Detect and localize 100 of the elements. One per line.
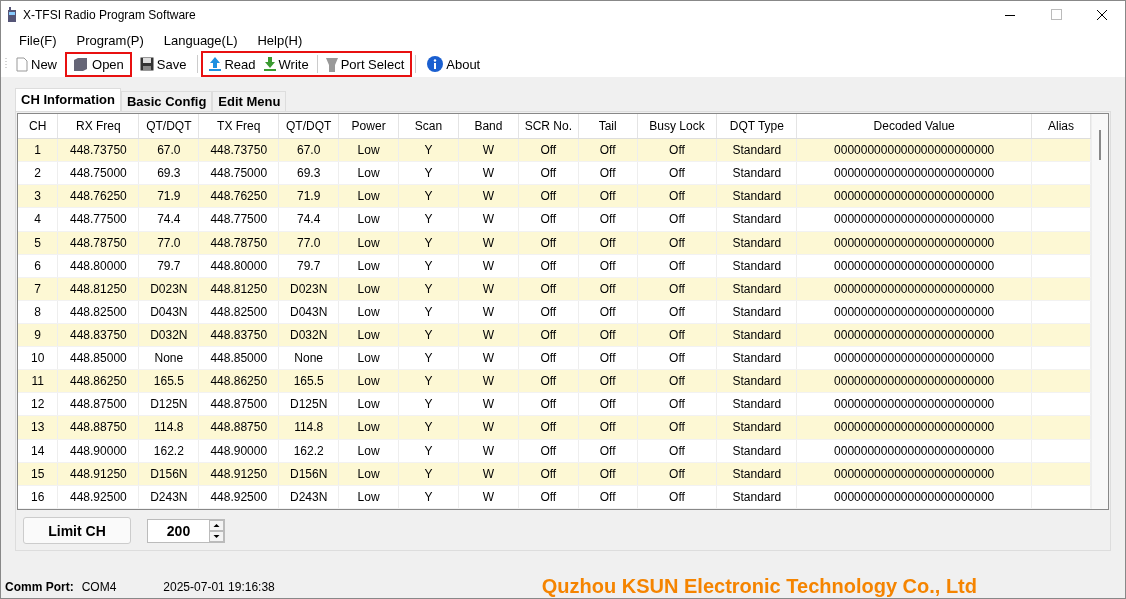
column-header[interactable]: Busy Lock bbox=[637, 114, 717, 139]
table-cell: W bbox=[458, 485, 519, 509]
table-cell: None bbox=[278, 346, 339, 370]
status-text: 2025-07-01 19:16:38 bbox=[163, 579, 275, 594]
table-cell: 74.4 bbox=[138, 207, 199, 232]
tab[interactable]: Basic Config bbox=[120, 91, 213, 111]
table-cell: 162.2 bbox=[138, 439, 199, 463]
document-icon bbox=[16, 56, 28, 72]
table-cell: D125N bbox=[138, 392, 199, 416]
column-header[interactable]: Scan bbox=[398, 114, 459, 139]
table-cell: 448.90000 bbox=[57, 439, 139, 463]
table-cell: 13 bbox=[18, 415, 58, 440]
table-cell: 10 bbox=[18, 346, 58, 370]
column-header[interactable]: Power bbox=[338, 114, 399, 139]
spin-down-icon[interactable] bbox=[209, 530, 224, 542]
table-cell: 000000000000000000000000 bbox=[796, 485, 1032, 509]
table-cell: 448.77500 bbox=[198, 207, 279, 232]
table-cell: Off bbox=[578, 485, 638, 509]
upload-arrow-icon bbox=[209, 57, 222, 71]
number-spinner[interactable]: 200 bbox=[147, 518, 225, 543]
column-header[interactable]: CH bbox=[18, 114, 58, 139]
column-header[interactable]: Decoded Value bbox=[796, 114, 1032, 139]
table-cell: Low bbox=[338, 207, 399, 232]
table-cell: Off bbox=[578, 392, 638, 416]
table-cell: Standard bbox=[716, 300, 797, 324]
new-button[interactable]: New bbox=[13, 55, 60, 73]
table-cell: 000000000000000000000000 bbox=[796, 439, 1032, 463]
open-button[interactable]: Open bbox=[70, 55, 127, 73]
table-cell: Off bbox=[518, 485, 579, 509]
column-header[interactable]: QT/DQT bbox=[138, 114, 199, 139]
column-header[interactable]: SCR No. bbox=[518, 114, 579, 139]
table-cell: 6 bbox=[18, 254, 58, 278]
table-cell: 000000000000000000000000 bbox=[796, 254, 1032, 278]
table-cell: Y bbox=[398, 207, 459, 232]
table-cell: Low bbox=[338, 346, 399, 370]
table-cell: 448.75000 bbox=[198, 161, 279, 185]
read-button[interactable]: Read bbox=[206, 55, 259, 73]
table-cell: 1 bbox=[18, 138, 58, 162]
save-button[interactable]: Save bbox=[136, 55, 190, 73]
table-cell: Standard bbox=[716, 439, 797, 463]
write-button[interactable]: Write bbox=[260, 55, 312, 73]
column-header[interactable]: DQT Type bbox=[716, 114, 797, 139]
table-cell: 9 bbox=[18, 323, 58, 347]
table-cell: 14 bbox=[18, 439, 58, 463]
table-cell: Off bbox=[637, 392, 717, 416]
table-cell: Off bbox=[518, 161, 579, 185]
port-button[interactable]: Port Select bbox=[322, 55, 408, 73]
table-cell: 7 bbox=[18, 277, 58, 301]
radio-icon bbox=[7, 7, 17, 23]
column-header[interactable]: Tail bbox=[578, 114, 638, 139]
menu-item[interactable]: Program(P) bbox=[66, 32, 154, 48]
tab[interactable]: CH Information bbox=[15, 88, 121, 111]
menu-item[interactable]: Language(L) bbox=[153, 32, 248, 48]
column-header[interactable]: RX Freq bbox=[57, 114, 139, 139]
table-cell: Standard bbox=[716, 161, 797, 185]
menu-item[interactable]: File(F) bbox=[9, 32, 67, 48]
table-cell: Off bbox=[518, 439, 579, 463]
table-cell: Y bbox=[398, 439, 459, 463]
table-cell: Standard bbox=[716, 254, 797, 278]
table-cell: 15 bbox=[18, 462, 58, 486]
table-cell: 5 bbox=[18, 231, 58, 255]
table-cell: 000000000000000000000000 bbox=[796, 207, 1032, 232]
table-cell: Off bbox=[518, 392, 579, 416]
table-cell: None bbox=[138, 346, 199, 370]
table-cell: 448.82500 bbox=[198, 300, 279, 324]
scrollbar[interactable] bbox=[1091, 114, 1108, 509]
about-button[interactable]: About bbox=[424, 55, 484, 73]
table-cell: 448.85000 bbox=[198, 346, 279, 370]
table-cell: 448.92500 bbox=[198, 485, 279, 509]
table-cell: 448.90000 bbox=[198, 439, 279, 463]
table-cell: Y bbox=[398, 161, 459, 185]
table-cell: Off bbox=[518, 254, 579, 278]
table-cell: 162.2 bbox=[278, 439, 339, 463]
column-header[interactable]: QT/DQT bbox=[278, 114, 339, 139]
tab[interactable]: Edit Menu bbox=[212, 91, 287, 111]
column-header[interactable]: Alias bbox=[1031, 114, 1091, 139]
column-header[interactable]: TX Freq bbox=[198, 114, 279, 139]
table-cell: Low bbox=[338, 161, 399, 185]
table-cell: W bbox=[458, 392, 519, 416]
table-cell: Off bbox=[578, 207, 638, 232]
column-header[interactable]: Band bbox=[458, 114, 519, 139]
table-cell: 000000000000000000000000 bbox=[796, 323, 1032, 347]
table-cell: W bbox=[458, 254, 519, 278]
table-cell: 16 bbox=[18, 485, 58, 509]
spin-up-icon[interactable] bbox=[209, 519, 224, 531]
table-cell: Off bbox=[637, 300, 717, 324]
table-cell: 000000000000000000000000 bbox=[796, 138, 1032, 162]
limit-ch-button[interactable]: Limit CH bbox=[23, 517, 131, 544]
table-cell: 000000000000000000000000 bbox=[796, 415, 1032, 440]
table-cell: 000000000000000000000000 bbox=[796, 277, 1032, 301]
table-cell: 448.82500 bbox=[57, 300, 139, 324]
table-cell: 448.77500 bbox=[57, 207, 139, 232]
table-cell: 000000000000000000000000 bbox=[796, 346, 1032, 370]
download-arrow-icon bbox=[263, 57, 276, 71]
menu-item[interactable]: Help(H) bbox=[247, 32, 313, 48]
table-cell: Standard bbox=[716, 485, 797, 509]
table-cell: D125N bbox=[278, 392, 339, 416]
table-cell: 448.87500 bbox=[198, 392, 279, 416]
table-cell: 000000000000000000000000 bbox=[796, 161, 1032, 185]
table-cell: 12 bbox=[18, 392, 58, 416]
